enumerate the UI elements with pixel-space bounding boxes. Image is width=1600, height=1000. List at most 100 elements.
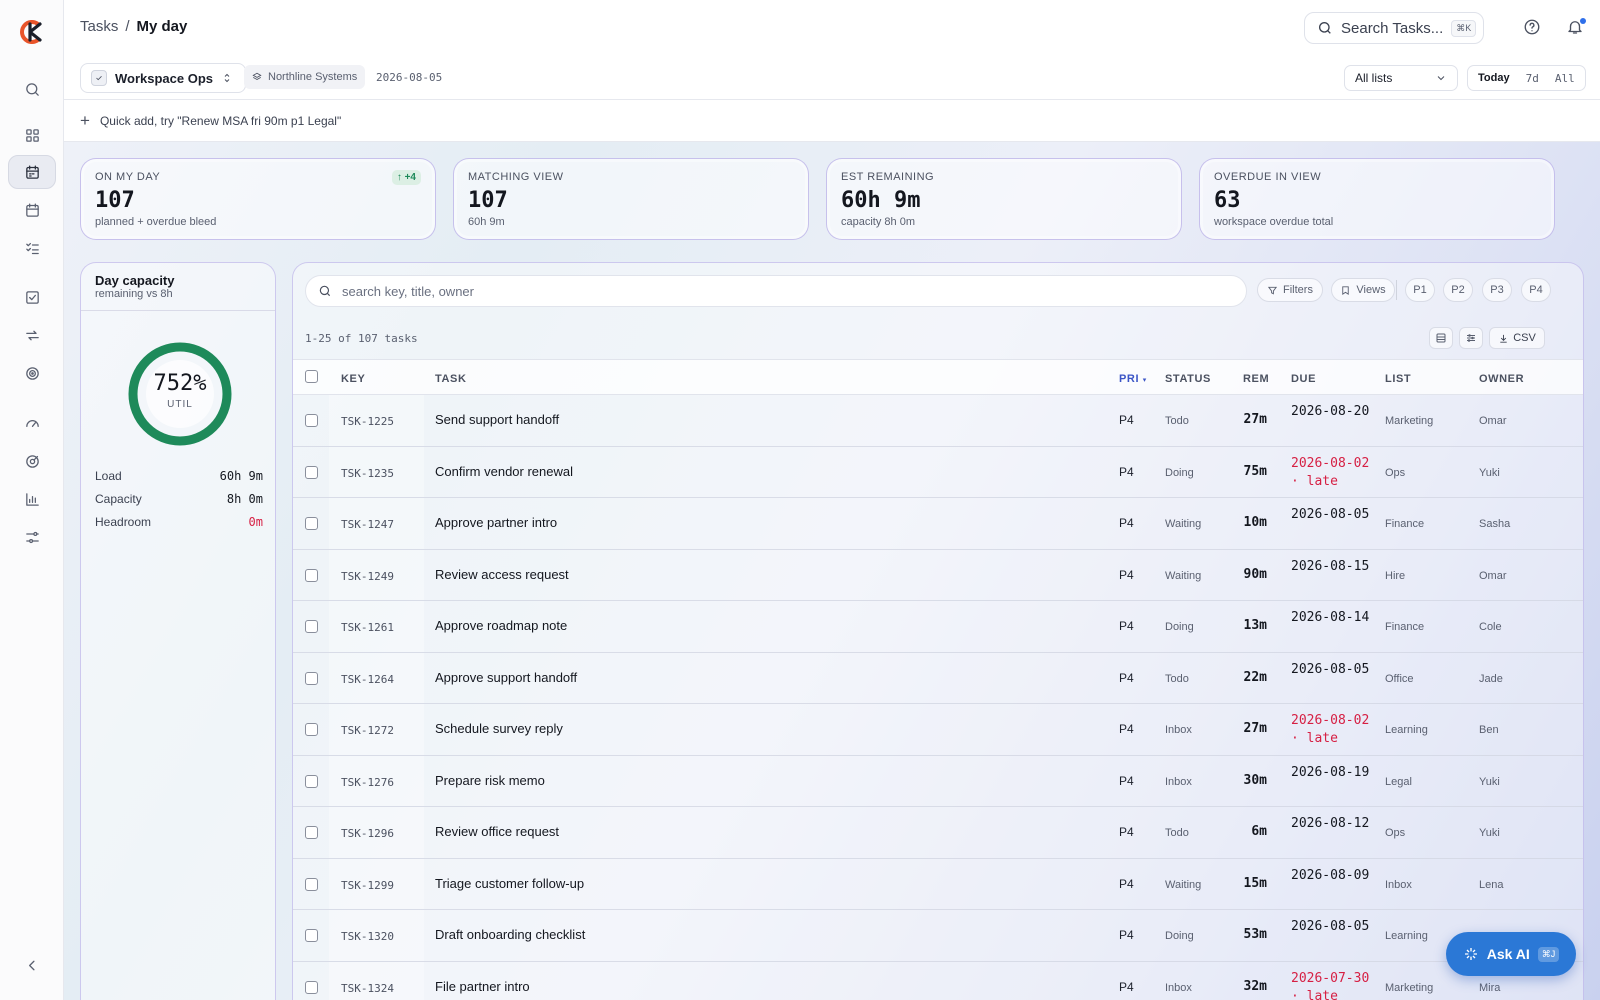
task-title[interactable]: Draft onboarding checklist <box>435 927 585 942</box>
table-row[interactable]: TSK-1225 Send support handoff P4 Todo 27m 202… <box>293 395 1583 447</box>
row-checkbox[interactable] <box>305 774 318 788</box>
app-logo-icon[interactable] <box>16 16 48 48</box>
list-filter-select[interactable]: All lists <box>1344 65 1458 91</box>
density-button[interactable] <box>1429 327 1453 349</box>
rail-tasks-icon[interactable] <box>8 280 56 314</box>
task-due: 2026-08-05 <box>1291 919 1370 934</box>
range-all[interactable]: All <box>1548 68 1582 89</box>
row-checkbox[interactable] <box>305 414 318 427</box>
task-key[interactable]: TSK-1324 <box>341 982 394 995</box>
row-checkbox[interactable] <box>305 826 318 839</box>
notifications-bell-icon[interactable] <box>1566 18 1586 38</box>
task-key[interactable]: TSK-1235 <box>341 467 394 480</box>
task-key[interactable]: TSK-1296 <box>341 827 394 840</box>
task-title[interactable]: Review office request <box>435 824 559 839</box>
rail-dashboard-icon[interactable] <box>8 118 56 152</box>
task-key[interactable]: TSK-1276 <box>341 776 394 789</box>
help-icon[interactable] <box>1523 18 1543 38</box>
row-checkbox[interactable] <box>305 517 318 530</box>
load-row: Load 60h 9m <box>95 469 263 483</box>
table-row[interactable]: TSK-1235 Confirm vendor renewal P4 Doing 75m… <box>293 446 1583 498</box>
task-key[interactable]: TSK-1272 <box>341 724 394 737</box>
col-task[interactable]: TASK <box>435 373 467 385</box>
rail-my-day-icon[interactable] <box>8 155 56 189</box>
priority-filter-p3[interactable]: P3 <box>1482 278 1512 302</box>
task-key[interactable]: TSK-1261 <box>341 621 394 634</box>
task-title[interactable]: Review access request <box>435 567 569 582</box>
col-owner[interactable]: OWNER <box>1479 373 1524 385</box>
range-7d[interactable]: 7d <box>1519 68 1546 89</box>
col-rem[interactable]: REM <box>1243 373 1269 385</box>
row-checkbox[interactable] <box>305 671 318 685</box>
quick-add-input[interactable]: + Quick add, try "Renew MSA fri 90m p1 L… <box>64 100 1600 142</box>
row-checkbox[interactable] <box>305 877 318 891</box>
row-checkbox[interactable] <box>305 929 318 942</box>
filters-button[interactable]: Filters <box>1257 278 1323 302</box>
priority-filter-p4[interactable]: P4 <box>1521 278 1551 302</box>
task-key[interactable]: TSK-1225 <box>341 415 394 428</box>
task-key[interactable]: TSK-1299 <box>341 879 394 892</box>
breadcrumb-root[interactable]: Tasks <box>80 18 118 35</box>
task-key[interactable]: TSK-1320 <box>341 930 394 943</box>
table-row[interactable]: TSK-1247 Approve partner intro P4 Waiting 10… <box>293 498 1583 550</box>
task-title[interactable]: Approve partner intro <box>435 515 557 530</box>
table-row[interactable]: TSK-1264 Approve support handoff P4 Todo 22m… <box>293 652 1583 704</box>
task-title[interactable]: Schedule survey reply <box>435 721 563 736</box>
task-title[interactable]: Triage customer follow-up <box>435 876 584 891</box>
rail-calendar-icon[interactable] <box>8 193 56 227</box>
task-key[interactable]: TSK-1247 <box>341 518 394 531</box>
table-row[interactable]: TSK-1324 File partner intro P4 Inbox 32m 2026… <box>293 961 1583 1000</box>
range-today[interactable]: Today <box>1471 68 1517 88</box>
rail-checklist-icon[interactable] <box>8 231 56 265</box>
row-checkbox[interactable] <box>305 568 318 582</box>
table-row[interactable]: TSK-1299 Triage customer follow-up P4 Waiti… <box>293 858 1583 910</box>
select-all-checkbox[interactable] <box>305 370 318 383</box>
table-search-input[interactable]: search key, title, owner <box>305 275 1247 307</box>
priority-filter-p2[interactable]: P2 <box>1443 278 1473 302</box>
search-icon <box>1319 22 1331 34</box>
col-key[interactable]: KEY <box>341 373 365 385</box>
task-title[interactable]: Confirm vendor renewal <box>435 464 573 479</box>
task-key[interactable]: TSK-1264 <box>341 673 394 686</box>
table-row[interactable]: TSK-1272 Schedule survey reply P4 Inbox 27m 2… <box>293 704 1583 756</box>
export-csv-button[interactable]: CSV <box>1489 327 1545 349</box>
col-list[interactable]: LIST <box>1385 373 1411 385</box>
columns-settings-button[interactable] <box>1459 327 1483 349</box>
table-row[interactable]: TSK-1261 Approve roadmap note P4 Doing 13m 20… <box>293 601 1583 653</box>
rail-target-icon[interactable] <box>8 444 56 478</box>
table-row[interactable]: TSK-1320 Draft onboarding checklist P4 Doin… <box>293 910 1583 962</box>
task-title[interactable]: Send support handoff <box>435 412 559 427</box>
rail-gauge-icon[interactable] <box>8 406 56 440</box>
task-title[interactable]: Prepare risk memo <box>435 773 545 788</box>
table-row[interactable]: TSK-1276 Prepare risk memo P4 Inbox 30m 2026-… <box>293 755 1583 807</box>
util-percent: 752% <box>153 371 207 396</box>
task-title[interactable]: Approve support handoff <box>435 670 577 685</box>
table-row[interactable]: TSK-1249 Review access request P4 Waiting 90… <box>293 549 1583 601</box>
task-title[interactable]: File partner intro <box>435 979 530 994</box>
row-checkbox[interactable] <box>305 620 318 633</box>
rail-settings-icon[interactable] <box>8 520 56 554</box>
workspace-switcher[interactable]: Workspace Ops <box>80 63 247 93</box>
rail-search-icon[interactable] <box>8 72 56 106</box>
global-search-button[interactable]: Search Tasks... ⌘K <box>1304 12 1484 44</box>
col-status[interactable]: STATUS <box>1165 373 1211 385</box>
row-checkbox[interactable] <box>305 980 318 994</box>
capacity-subtitle: remaining vs 8h <box>95 288 173 300</box>
task-key[interactable]: TSK-1249 <box>341 570 394 583</box>
col-due[interactable]: DUE <box>1291 373 1316 385</box>
org-badge[interactable]: Northline Systems <box>244 65 366 89</box>
views-button[interactable]: Views <box>1331 278 1395 302</box>
task-title[interactable]: Approve roadmap note <box>435 618 567 633</box>
table-row[interactable]: TSK-1296 Review office request P4 Todo 6m 202… <box>293 807 1583 859</box>
row-checkbox[interactable] <box>305 465 318 479</box>
rail-recurring-icon[interactable] <box>8 318 56 352</box>
collapse-chevron-icon[interactable] <box>8 948 56 982</box>
rail-reports-icon[interactable] <box>8 482 56 516</box>
ask-ai-button[interactable]: Ask AI ⌘J <box>1446 932 1576 976</box>
task-remaining: 27m <box>1243 721 1267 736</box>
col-pri[interactable]: PRI ▾ <box>1119 373 1147 385</box>
task-priority: P4 <box>1119 722 1134 736</box>
rail-goals-icon[interactable] <box>8 356 56 390</box>
priority-filter-p1[interactable]: P1 <box>1405 278 1435 302</box>
row-checkbox[interactable] <box>305 723 318 736</box>
